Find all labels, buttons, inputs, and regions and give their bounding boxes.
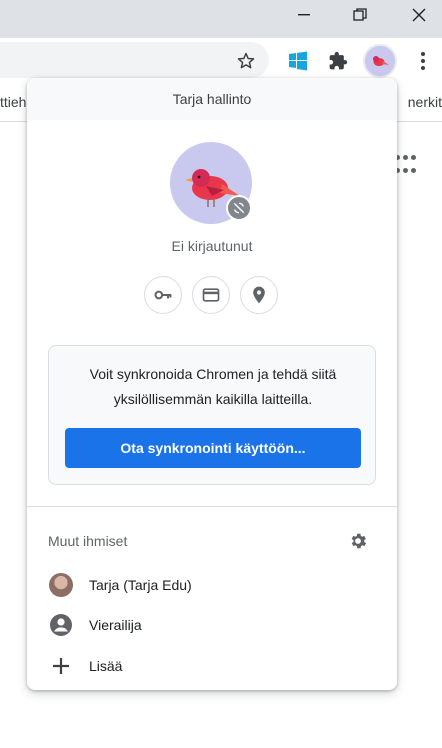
extensions-puzzle-icon: [329, 51, 348, 70]
minimize-button[interactable]: [281, 0, 327, 30]
gear-icon: [351, 533, 367, 549]
restore-icon: [353, 8, 367, 21]
manage-profiles-button[interactable]: [347, 530, 369, 552]
minimize-icon: [298, 14, 310, 16]
sync-paused-icon: [226, 195, 252, 221]
profile-avatar: [170, 142, 254, 226]
restore-button[interactable]: [337, 0, 383, 30]
person-photo-icon: [49, 573, 73, 597]
location-pin-icon: [253, 286, 265, 304]
title-bar: [0, 0, 442, 38]
extensions-button[interactable]: [323, 46, 353, 76]
bookmark-item-left[interactable]: ttieh: [0, 94, 26, 110]
quick-access-buttons: [144, 276, 278, 314]
close-icon: [412, 8, 426, 22]
more-menu-button[interactable]: [408, 46, 438, 76]
star-icon: [237, 52, 255, 69]
profile-row-guest[interactable]: Vierailija: [27, 605, 397, 645]
profile-menu-header: Tarja hallinto: [27, 78, 397, 120]
passwords-button[interactable]: [144, 276, 182, 314]
addresses-button[interactable]: [240, 276, 278, 314]
bookmark-star-button[interactable]: [231, 46, 261, 76]
credit-card-icon: [202, 288, 220, 302]
add-profile-row[interactable]: Lisää: [27, 646, 397, 686]
bookmark-item-right[interactable]: nerkit: [408, 94, 442, 110]
section-divider: [27, 506, 397, 507]
plus-icon: [49, 654, 73, 678]
more-vert-icon: [421, 52, 425, 70]
profile-row-label: Vierailija: [89, 617, 142, 633]
windows-extension-icon: [289, 51, 307, 71]
sync-promo-card: Voit synkronoida Chromen ja tehdä siitä …: [48, 345, 376, 485]
windows-extension-button[interactable]: [283, 46, 313, 76]
close-window-button[interactable]: [396, 0, 442, 30]
profile-row-label: Lisää: [89, 658, 123, 674]
profile-avatar-icon: [373, 56, 389, 66]
payment-methods-button[interactable]: [192, 276, 230, 314]
apps-grid-icon[interactable]: [395, 155, 417, 177]
address-bar[interactable]: [0, 42, 269, 78]
sign-in-status: Ei kirjautunut: [171, 238, 253, 254]
other-people-heading: Muut ihmiset: [48, 533, 128, 549]
turn-on-sync-button[interactable]: Ota synkronointi käyttöön...: [65, 428, 361, 468]
guest-account-icon: [49, 613, 73, 637]
profile-menu: Tarja hallinto Ei kirjautunut Voit synkr…: [27, 78, 397, 690]
profile-button[interactable]: [363, 44, 397, 78]
profile-row-tarja[interactable]: Tarja (Tarja Edu): [27, 565, 397, 605]
profile-row-label: Tarja (Tarja Edu): [89, 577, 192, 593]
key-icon: [154, 290, 172, 300]
sync-promo-text: Voit synkronoida Chromen ja tehdä siitä …: [89, 366, 337, 407]
